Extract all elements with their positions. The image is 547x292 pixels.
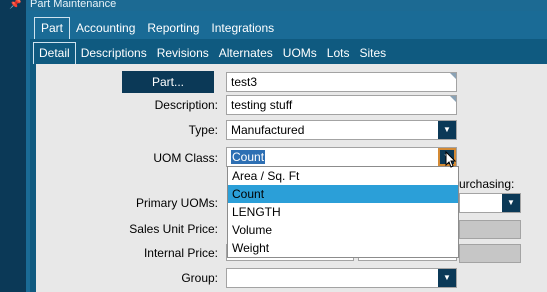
primary-uoms-label: Primary UOMs: — [136, 196, 218, 210]
subtab-uoms[interactable]: UOMs — [278, 42, 322, 64]
part-field[interactable]: test3 — [226, 72, 457, 92]
sub-tab-bar: Detail Descriptions Revisions Alternates… — [33, 42, 391, 64]
dropdown-option[interactable]: LENGTH — [228, 203, 458, 221]
uom-class-select[interactable]: Count ▼ — [226, 147, 457, 167]
uom-class-value: Count — [231, 150, 266, 164]
subtab-lots[interactable]: Lots — [322, 42, 355, 64]
mouse-cursor-icon — [445, 151, 457, 168]
description-value: testing stuff — [231, 98, 293, 112]
top-tab-bar: Part Accounting Reporting Integrations — [34, 17, 280, 39]
field-corner-icon — [450, 96, 456, 102]
subtab-descriptions[interactable]: Descriptions — [76, 42, 152, 64]
uom-class-dropdown-list: Area / Sq. Ft Count LENGTH Volume Weight — [227, 166, 459, 258]
dropdown-option-selected[interactable]: Count — [228, 185, 458, 203]
chevron-down-icon[interactable]: ▼ — [502, 194, 520, 212]
group-label: Group: — [181, 271, 218, 285]
internal-price-label: Internal Price: — [143, 246, 218, 260]
type-label: Type: — [188, 123, 218, 137]
tab-integrations[interactable]: Integrations — [205, 17, 280, 39]
dropdown-option[interactable]: Weight — [228, 239, 458, 257]
group-select[interactable]: ▼ — [226, 268, 457, 288]
part-button[interactable]: Part... — [122, 71, 214, 93]
subtab-revisions[interactable]: Revisions — [152, 42, 214, 64]
subtab-detail[interactable]: Detail — [33, 42, 76, 64]
purchasing-uom-select[interactable]: ▼ — [459, 193, 521, 213]
subtab-alternates[interactable]: Alternates — [214, 42, 278, 64]
uom-class-label: UOM Class: — [153, 151, 218, 165]
internal-price-readonly — [459, 244, 521, 263]
window-title: Part Maintenance — [26, 0, 547, 11]
sales-unit-price-label: Sales Unit Price: — [129, 222, 218, 236]
description-label: Description: — [154, 98, 218, 112]
dropdown-option[interactable]: Area / Sq. Ft — [228, 167, 458, 185]
pin-icon[interactable]: 📌 — [9, 0, 21, 10]
part-value: test3 — [231, 75, 258, 89]
chevron-down-icon[interactable]: ▼ — [438, 269, 456, 287]
chevron-down-icon[interactable]: ▼ — [438, 121, 456, 139]
tab-reporting[interactable]: Reporting — [141, 17, 205, 39]
purchasing-label: urchasing: — [459, 177, 515, 191]
field-corner-icon — [450, 73, 456, 79]
type-value: Manufactured — [231, 123, 305, 137]
left-rail: 📌 — [0, 0, 26, 292]
sales-unit-price-readonly — [459, 220, 521, 239]
tab-accounting[interactable]: Accounting — [70, 17, 141, 39]
type-select[interactable]: Manufactured ▼ — [226, 120, 457, 140]
dropdown-option[interactable]: Volume — [228, 221, 458, 239]
subtab-sites[interactable]: Sites — [354, 42, 391, 64]
description-field[interactable]: testing stuff — [226, 95, 457, 115]
tab-part[interactable]: Part — [34, 17, 71, 39]
